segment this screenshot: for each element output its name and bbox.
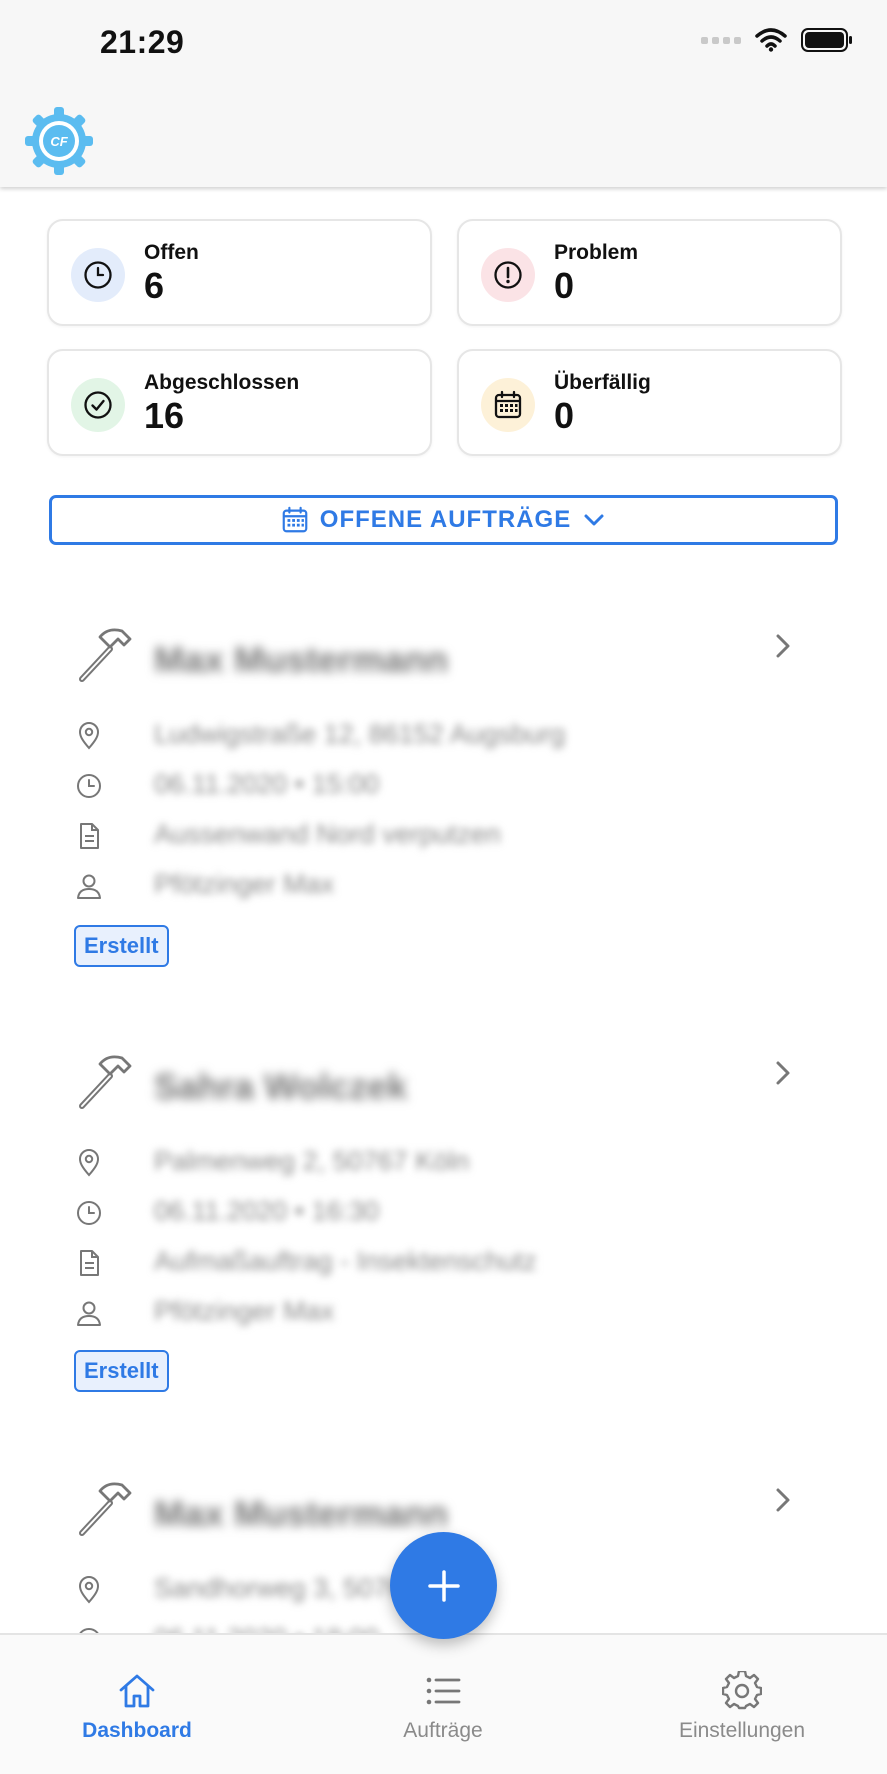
order-datetime: 06.11.2020 • 15:00 [154,769,380,799]
order-datetime: 06.11.2020 • 16:30 [154,1196,380,1226]
status-icons [701,28,853,52]
order-description: Aufmaßauftrag - Insektenschutz [154,1246,537,1276]
hammer-icon [79,628,132,682]
stat-value: 0 [554,265,575,306]
stat-circle [71,378,125,432]
filter-label: OFFENE AUFTRÄGE [319,506,572,533]
chevron-down-icon [584,514,604,526]
alert-icon [494,261,522,289]
hammer-icon [79,1482,132,1536]
order-datetime-row: 06.11.2020 • 16:30 [74,1194,774,1230]
order-customer-name: Sahra Wolczek [154,1066,408,1107]
map-pin-icon [78,1576,100,1604]
stat-card-problem[interactable]: Problem 0 [457,219,842,326]
order-assignee: Pfötzinger Max [154,869,335,899]
status-badge: Erstellt [74,925,169,967]
stat-card-completed[interactable]: Abgeschlossen 16 [47,349,432,456]
chevron-right-icon[interactable] [768,1058,798,1088]
order-card[interactable]: Sahra Wolczek Palmenweg 2, 50767 Köln 06… [74,1052,814,1392]
map-pin-icon [78,722,100,750]
plus-icon [427,1569,460,1602]
status-time: 21:29 [100,24,185,60]
order-customer-name: Max Mustermann [154,639,449,680]
home-icon [119,1674,155,1708]
clock-icon [77,1201,101,1225]
chevron-right-icon[interactable] [768,631,798,661]
order-description: Aussenwand Nord verputzen [154,819,501,849]
order-description-row: Aussenwand Nord verputzen [74,817,774,853]
order-address: Ludwigstraße 12, 86152 Augsburg [154,719,566,749]
clock-icon [84,261,112,289]
tab-settings[interactable]: Einstellungen [632,1635,852,1745]
document-icon [80,823,99,849]
signal-icon [701,36,741,44]
user-icon [77,874,101,899]
tab-bar: Dashboard Aufträge Einstellungen [0,1633,887,1774]
filter-dropdown-button[interactable]: OFFENE AUFTRÄGE [49,495,838,545]
user-icon [77,1301,101,1326]
document-icon [80,1250,99,1276]
gear-icon [722,1671,762,1710]
stat-circle [481,378,535,432]
stat-card-overdue[interactable]: Überfällig 0 [457,349,842,456]
check-icon [84,391,112,419]
stat-value: 16 [144,395,185,436]
dashboard-screen: 21:29 CF Offen 6 Problem 0 Abgeschlossen… [0,0,887,1774]
order-assignee-row: Pfötzinger Max [74,1294,774,1330]
order-datetime-row: 06.11.2020 • 15:00 [74,767,774,803]
add-order-button[interactable] [390,1532,497,1639]
order-assignee-row: Pfötzinger Max [74,867,774,903]
logo-text: CF [50,134,68,149]
order-card[interactable]: Max Mustermann Ludwigstraße 12, 86152 Au… [74,625,814,967]
clock-icon [77,774,101,798]
status-badge: Erstellt [74,1350,169,1392]
tab-label: Einstellungen [678,1719,806,1742]
order-address: Palmenweg 2, 50767 Köln [154,1146,470,1176]
order-address-row: Ludwigstraße 12, 86152 Augsburg [74,717,774,753]
stat-value: 0 [554,395,575,436]
app-logo[interactable]: CF [24,106,94,176]
order-assignee: Pfötzinger Max [154,1296,335,1326]
battery-icon [801,28,852,52]
stat-label: Abgeschlossen [144,371,300,394]
wifi-icon [755,28,787,52]
stat-card-open[interactable]: Offen 6 [47,219,432,326]
stat-value: 6 [144,265,165,306]
order-address-row: Palmenweg 2, 50767 Köln [74,1144,774,1180]
tab-label: Aufträge [403,1719,483,1742]
list-icon [426,1677,461,1705]
tab-label: Dashboard [82,1719,192,1742]
stat-circle [481,248,535,302]
stat-label: Überfällig [554,371,651,394]
tab-dashboard[interactable]: Dashboard [27,1635,247,1745]
order-customer-name: Max Mustermann [154,1493,449,1534]
map-pin-icon [78,1149,100,1177]
chevron-right-icon[interactable] [768,1485,798,1515]
stat-label: Offen [144,241,199,264]
calendar-icon [494,390,522,419]
hammer-icon [79,1055,132,1109]
tab-orders[interactable]: Aufträge [333,1635,553,1745]
stat-label: Problem [554,241,639,264]
header: 21:29 CF [0,0,887,187]
calendar-icon [282,506,308,533]
stat-circle [71,248,125,302]
order-description-row: Aufmaßauftrag - Insektenschutz [74,1244,774,1280]
